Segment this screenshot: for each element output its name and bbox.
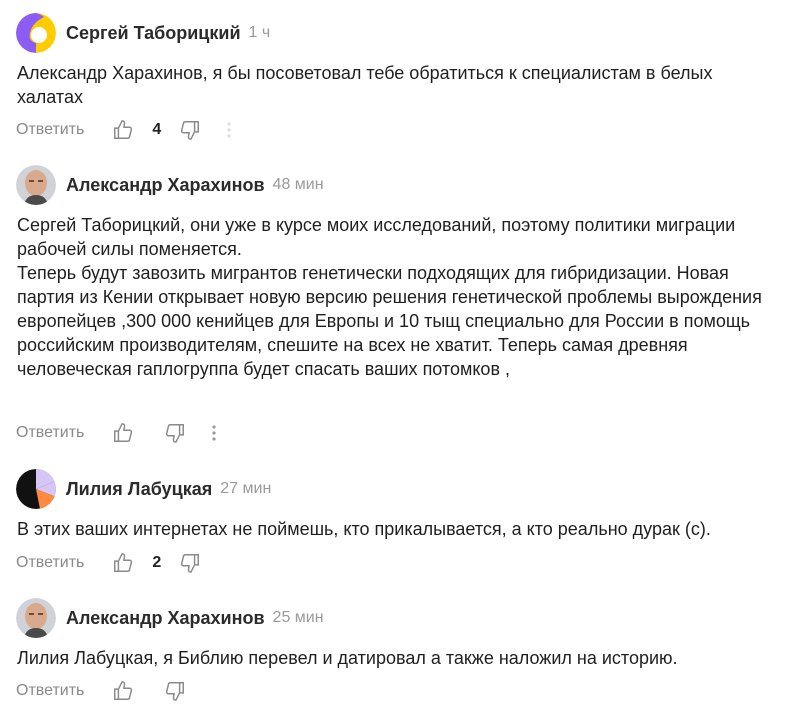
comment-header: Лилия Лабуцкая 27 мин bbox=[16, 469, 271, 509]
comment-header: Сергей Таборицкий 1 ч bbox=[16, 13, 270, 53]
avatar[interactable] bbox=[16, 469, 56, 509]
avatar[interactable] bbox=[16, 598, 56, 638]
thumbs-down-icon[interactable] bbox=[179, 552, 201, 574]
comment-paragraph: Александр Харахинов, я бы посоветовал те… bbox=[17, 63, 713, 107]
reply-button[interactable]: Ответить bbox=[16, 554, 84, 572]
like-count: 4 bbox=[152, 121, 162, 138]
reply-button[interactable]: Ответить bbox=[16, 424, 84, 442]
comment-paragraph: В этих ваших интернетах не поймешь, кто … bbox=[17, 519, 711, 539]
comment-time: 27 мин bbox=[220, 480, 272, 497]
thumbs-down-icon[interactable] bbox=[164, 680, 186, 702]
reply-button[interactable]: Ответить bbox=[16, 682, 84, 700]
user-photo-avatar-icon bbox=[16, 165, 56, 205]
more-options-icon[interactable] bbox=[225, 120, 233, 140]
black-orange-avatar-icon bbox=[16, 469, 56, 509]
comment-author[interactable]: Лилия Лабуцкая bbox=[66, 479, 212, 500]
comment-paragraph: Лилия Лабуцкая, я Библию перевел и датир… bbox=[17, 648, 678, 668]
thumbs-up-icon[interactable] bbox=[112, 422, 134, 444]
comment-time: 25 мин bbox=[272, 609, 324, 626]
comment-author[interactable]: Сергей Таборицкий bbox=[66, 23, 241, 44]
comment-text: В этих ваших интернетах не поймешь, кто … bbox=[17, 517, 777, 541]
comment-time: 48 мин bbox=[272, 176, 324, 193]
comment-actions: Ответить 2 bbox=[16, 551, 201, 575]
thumbs-up-icon[interactable] bbox=[112, 119, 134, 141]
avatar[interactable] bbox=[16, 165, 56, 205]
comment-text: Александр Харахинов, я бы посоветовал те… bbox=[17, 61, 777, 109]
user-photo-avatar-icon bbox=[16, 598, 56, 638]
comment-actions: Ответить 4 bbox=[16, 118, 233, 142]
yellow-purple-avatar-icon bbox=[16, 13, 56, 53]
comment-actions: Ответить bbox=[16, 679, 186, 703]
comment-paragraph: Теперь будут завозить мигрантов генетиче… bbox=[17, 263, 762, 379]
comment-text: Сергей Таборицкий, они уже в курсе моих … bbox=[17, 213, 777, 381]
reply-button[interactable]: Ответить bbox=[16, 121, 84, 139]
comment-text: Лилия Лабуцкая, я Библию перевел и датир… bbox=[17, 646, 777, 670]
like-count: 2 bbox=[152, 554, 162, 571]
avatar[interactable] bbox=[16, 13, 56, 53]
thumbs-down-icon[interactable] bbox=[179, 119, 201, 141]
comment-time: 1 ч bbox=[248, 24, 271, 41]
thumbs-up-icon[interactable] bbox=[112, 552, 134, 574]
comment-author[interactable]: Александр Харахинов bbox=[66, 608, 265, 629]
more-options-icon[interactable] bbox=[210, 423, 218, 443]
thumbs-down-icon[interactable] bbox=[164, 422, 186, 444]
comment-paragraph: Сергей Таборицкий, они уже в курсе моих … bbox=[17, 215, 736, 259]
comment-actions: Ответить bbox=[16, 421, 218, 445]
comment-author[interactable]: Александр Харахинов bbox=[66, 175, 265, 196]
comment-header: Александр Харахинов 48 мин bbox=[16, 165, 324, 205]
comment-header: Александр Харахинов 25 мин bbox=[16, 598, 324, 638]
thumbs-up-icon[interactable] bbox=[112, 680, 134, 702]
